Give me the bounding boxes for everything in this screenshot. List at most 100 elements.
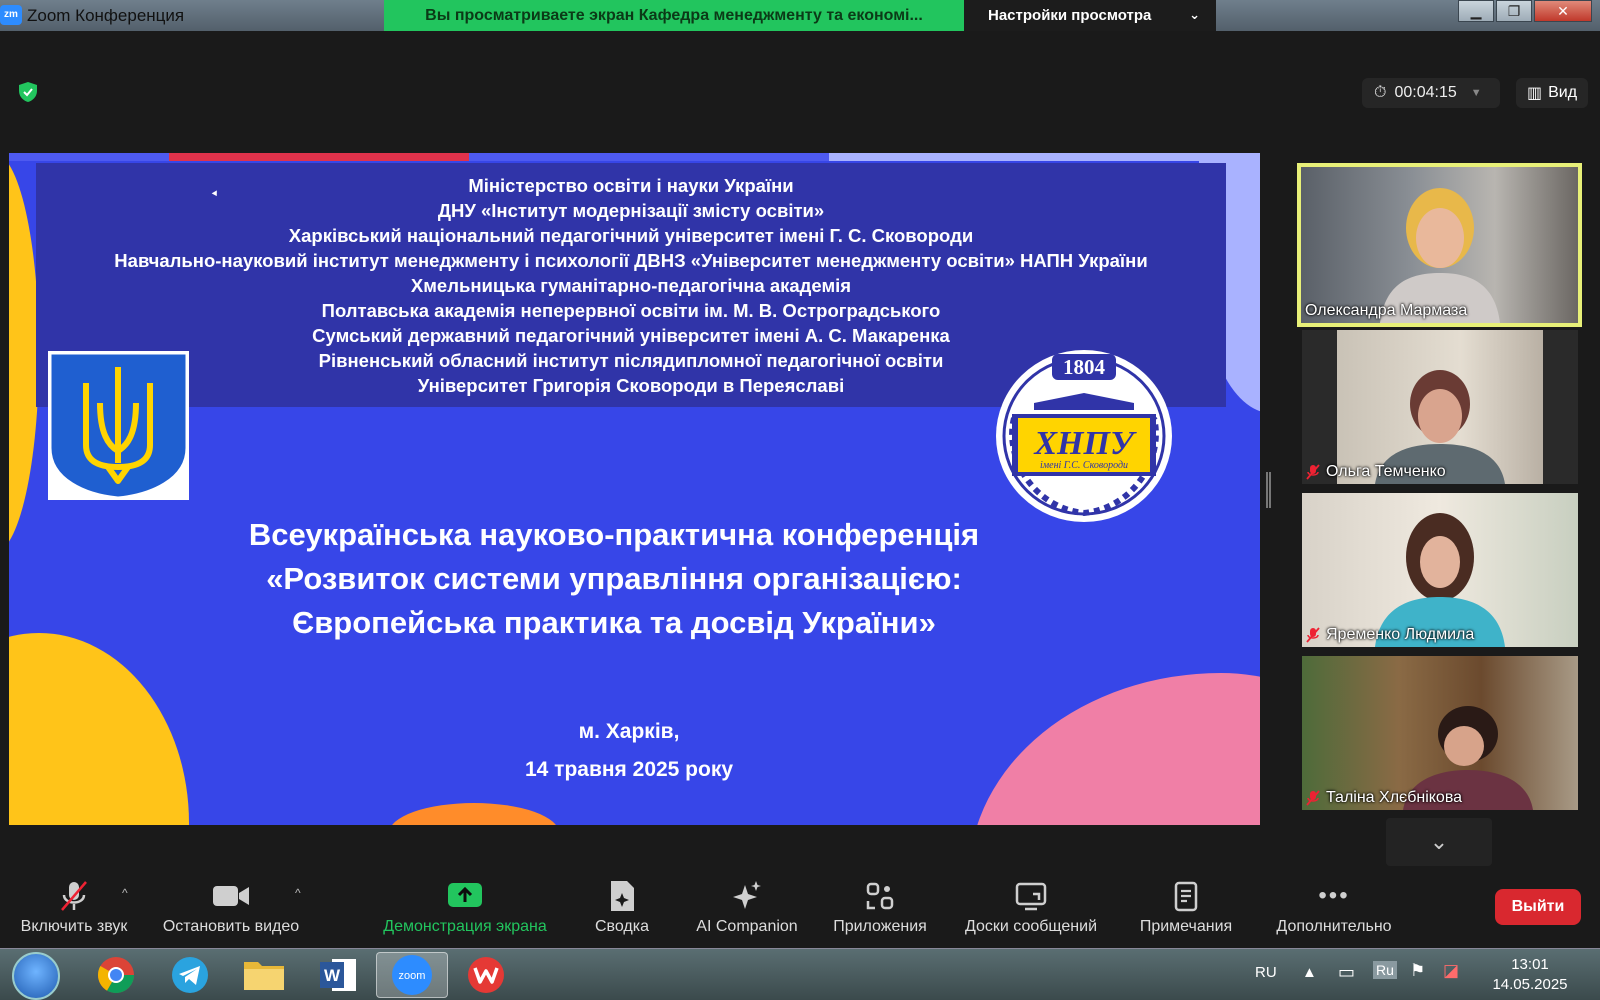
video-options-caret[interactable]: ^ [295,886,301,900]
meeting-top-bar: ⏱ 00:04:15 ▼ ▥ Вид [0,31,1600,121]
taskbar-telegram[interactable] [154,952,226,998]
notes-button[interactable]: Примечания [1134,878,1238,936]
clock-date: 14.05.2025 [1492,976,1568,993]
university-emblem: 1804 ХНПУ імені Г.С. Сковороди [996,350,1172,522]
notes-icon [1174,881,1198,912]
participants-scroll-down-button[interactable]: ⌄ [1386,818,1492,866]
meeting-timer[interactable]: ⏱ 00:04:15 ▼ [1362,78,1500,108]
minimize-button[interactable]: ▁ [1458,0,1494,22]
summary-icon [611,881,634,911]
muted-mic-icon [61,881,87,911]
clock-time: 13:01 [1511,956,1549,973]
participant-name: Яременко Людмила [1306,626,1474,644]
clock-icon: ⏱ [1374,84,1387,101]
emblem-subtitle: імені Г.С. Сковороди [1040,460,1128,471]
sparkle-icon [733,881,761,909]
word-icon: W [320,959,356,991]
network-icon[interactable]: ▭ [1338,962,1355,983]
chevron-down-icon: ⌄ [1189,7,1200,22]
shared-screen[interactable]: Міністерство освіти і науки України ДНУ … [9,153,1260,825]
more-button[interactable]: ••• Дополнительно [1266,878,1402,936]
participant-tile[interactable]: Ольга Темченко [1302,330,1578,484]
svg-text:W: W [324,966,341,985]
muted-mic-icon [1306,790,1320,806]
conference-title-line: «Розвиток системи управління організаціє… [266,561,962,596]
view-button[interactable]: ▥ Вид [1516,78,1588,108]
conference-city: м. Харків, [578,720,680,743]
taskbar-chrome[interactable] [80,952,152,998]
chevron-down-icon: ▼ [1470,87,1482,99]
svg-text:zoom: zoom [399,970,426,982]
conference-title: Всеукраїнська науково-практична конферен… [69,513,1159,645]
view-settings-label: Настройки просмотра [988,7,1152,24]
participant-name: Ольга Темченко [1306,463,1446,481]
emblem-abbr: ХНПУ [1033,425,1137,462]
window-title: Zoom Конференция [27,6,185,25]
more-dots-icon: ••• [1318,882,1350,909]
zoom-icon: zoom [392,955,432,995]
conference-place-date: м. Харків, 14 травня 2025 року [409,713,849,789]
chrome-icon [97,957,134,994]
decor-stripe [9,153,1260,161]
participant-tile[interactable]: Таліна Хлєбнікова [1302,656,1578,810]
whiteboard-icon [1015,882,1047,911]
taskbar-clock[interactable]: 13:01 14.05.2025 [1480,955,1580,995]
muted-mic-icon [1306,464,1320,480]
decor-shape [9,633,189,825]
video-camera-icon [213,886,249,906]
telegram-icon [172,957,208,993]
windows-start-button[interactable] [12,952,60,1000]
institution-line: Хмельницька гуманітарно-педагогічна акад… [410,275,852,296]
meeting-toolbar: Включить звук ^ Остановить видео ^ Демон… [0,868,1600,948]
maximize-button[interactable]: ❐ [1496,0,1532,22]
view-button-label: Вид [1548,84,1578,101]
institution-line: Полтавська академія неперервної освіти і… [321,300,941,321]
tray-expand-icon[interactable]: ▲ [1302,964,1317,981]
whiteboards-button[interactable]: Доски сообщений [956,878,1106,936]
conference-title-line: Всеукраїнська науково-практична конферен… [248,517,980,552]
apps-button[interactable]: Приложения [828,878,932,936]
taskbar-wps[interactable] [450,952,522,998]
institution-line: Сумський державний педагогічний універси… [312,325,950,346]
taskbar-zoom[interactable]: zoom [376,952,448,998]
zoom-app-icon: zm [0,5,22,25]
audio-options-caret[interactable]: ^ [122,886,128,900]
participant-name: Таліна Хлєбнікова [1306,789,1462,807]
emblem-year: 1804 [1063,355,1106,379]
window-title-bar: zm Zoom Конференция Вы просматриваете эк… [0,0,1600,31]
muted-mic-icon [1306,627,1320,643]
os-taskbar: W zoom RU ▲ ▭ Ru ⚑ ◪ 13:01 14.05.2025 [0,948,1600,1000]
view-settings-dropdown[interactable]: Настройки просмотра ⌄ [964,0,1216,31]
panel-splitter-handle[interactable] [1266,472,1271,508]
share-screen-button[interactable]: Демонстрация экрана [372,878,558,936]
apps-icon [866,882,894,910]
conference-date: 14 травня 2025 року [524,758,734,781]
folder-icon [244,962,284,990]
stop-video-button[interactable]: Остановить видео [154,878,308,936]
ai-companion-button[interactable]: AI Companion [690,878,804,936]
chevron-down-icon: ⌄ [1429,829,1449,854]
screen-share-banner: Вы просматриваете экран Кафедра менеджме… [384,0,964,31]
participant-tile-active[interactable]: Олександра Мармаза [1297,163,1582,327]
wps-icon [468,957,504,993]
participant-tile[interactable]: Яременко Людмила [1302,493,1578,647]
participant-name: Олександра Мармаза [1305,302,1468,319]
flag-icon[interactable]: ⚑ [1410,961,1425,981]
close-button[interactable]: ✕ [1534,0,1592,22]
decor-shape [9,153,39,553]
leave-meeting-button[interactable]: Выйти [1495,889,1581,925]
tray-language[interactable]: RU [1255,964,1277,981]
summary-button[interactable]: Сводка [584,878,660,936]
decor-shape [389,803,559,825]
unmute-button[interactable]: Включить звук [12,878,136,936]
taskbar-explorer[interactable] [228,952,300,998]
share-screen-icon [448,883,482,907]
security-tray-icon[interactable]: ◪ [1443,961,1459,981]
institution-line: Навчально-науковий інститут менеджменту … [114,250,1148,271]
institution-line: Харківський національний педагогічний ун… [288,225,974,246]
shield-icon[interactable] [18,81,38,103]
tray-language-bar[interactable]: Ru [1373,961,1397,979]
meeting-timer-value: 00:04:15 [1394,84,1457,101]
conference-title-line: Європейська практика та досвід України» [292,605,936,640]
taskbar-word[interactable]: W [302,952,374,998]
